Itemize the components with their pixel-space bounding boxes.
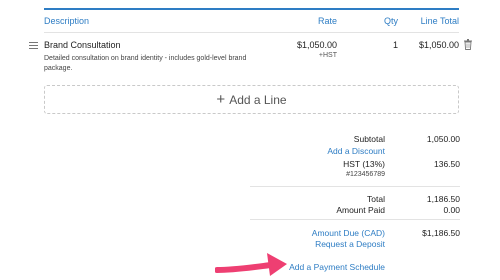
subtotal-label: Subtotal bbox=[353, 134, 385, 144]
column-header-description: Description bbox=[44, 16, 90, 26]
trash-icon[interactable] bbox=[464, 39, 472, 50]
hst-label: HST (13%) bbox=[343, 159, 385, 169]
add-line-label: Add a Line bbox=[229, 92, 287, 107]
header-divider bbox=[44, 32, 459, 33]
summary-divider bbox=[250, 186, 460, 187]
drag-handle-icon[interactable] bbox=[29, 42, 38, 51]
line-item-description[interactable]: Detailed consultation on brand identity … bbox=[44, 54, 274, 74]
total-value: 1,186.50 bbox=[426, 194, 460, 204]
amount-due-value: $1,186.50 bbox=[422, 228, 460, 238]
subtotal-value: 1,050.00 bbox=[426, 134, 460, 144]
total-label: Total bbox=[367, 194, 385, 204]
line-item-tax[interactable]: +HST bbox=[319, 52, 337, 59]
request-deposit-link[interactable]: Request a Deposit bbox=[315, 239, 385, 249]
add-discount-link[interactable]: Add a Discount bbox=[327, 146, 385, 156]
add-line-button[interactable]: + Add a Line bbox=[44, 85, 459, 114]
amount-paid-value: 0.00 bbox=[443, 205, 460, 215]
hst-number: #123456789 bbox=[346, 171, 385, 178]
amount-due-label[interactable]: Amount Due (CAD) bbox=[312, 228, 385, 238]
line-item-rate[interactable]: $1,050.00 bbox=[297, 40, 337, 50]
column-header-qty: Qty bbox=[383, 16, 398, 26]
line-item-total: $1,050.00 bbox=[418, 40, 459, 50]
line-item-name[interactable]: Brand Consultation bbox=[44, 40, 121, 50]
amount-due-divider bbox=[250, 219, 460, 220]
hst-value: 136.50 bbox=[434, 159, 460, 169]
annotation-arrow bbox=[215, 253, 287, 276]
plus-icon: + bbox=[216, 91, 226, 108]
add-payment-schedule-link[interactable]: Add a Payment Schedule bbox=[289, 262, 385, 272]
column-header-rate: Rate bbox=[317, 16, 337, 26]
column-header-line-total: Line Total bbox=[420, 16, 459, 26]
table-top-rule bbox=[44, 8, 459, 10]
amount-paid-label: Amount Paid bbox=[336, 205, 385, 215]
line-item-qty[interactable]: 1 bbox=[393, 40, 398, 50]
